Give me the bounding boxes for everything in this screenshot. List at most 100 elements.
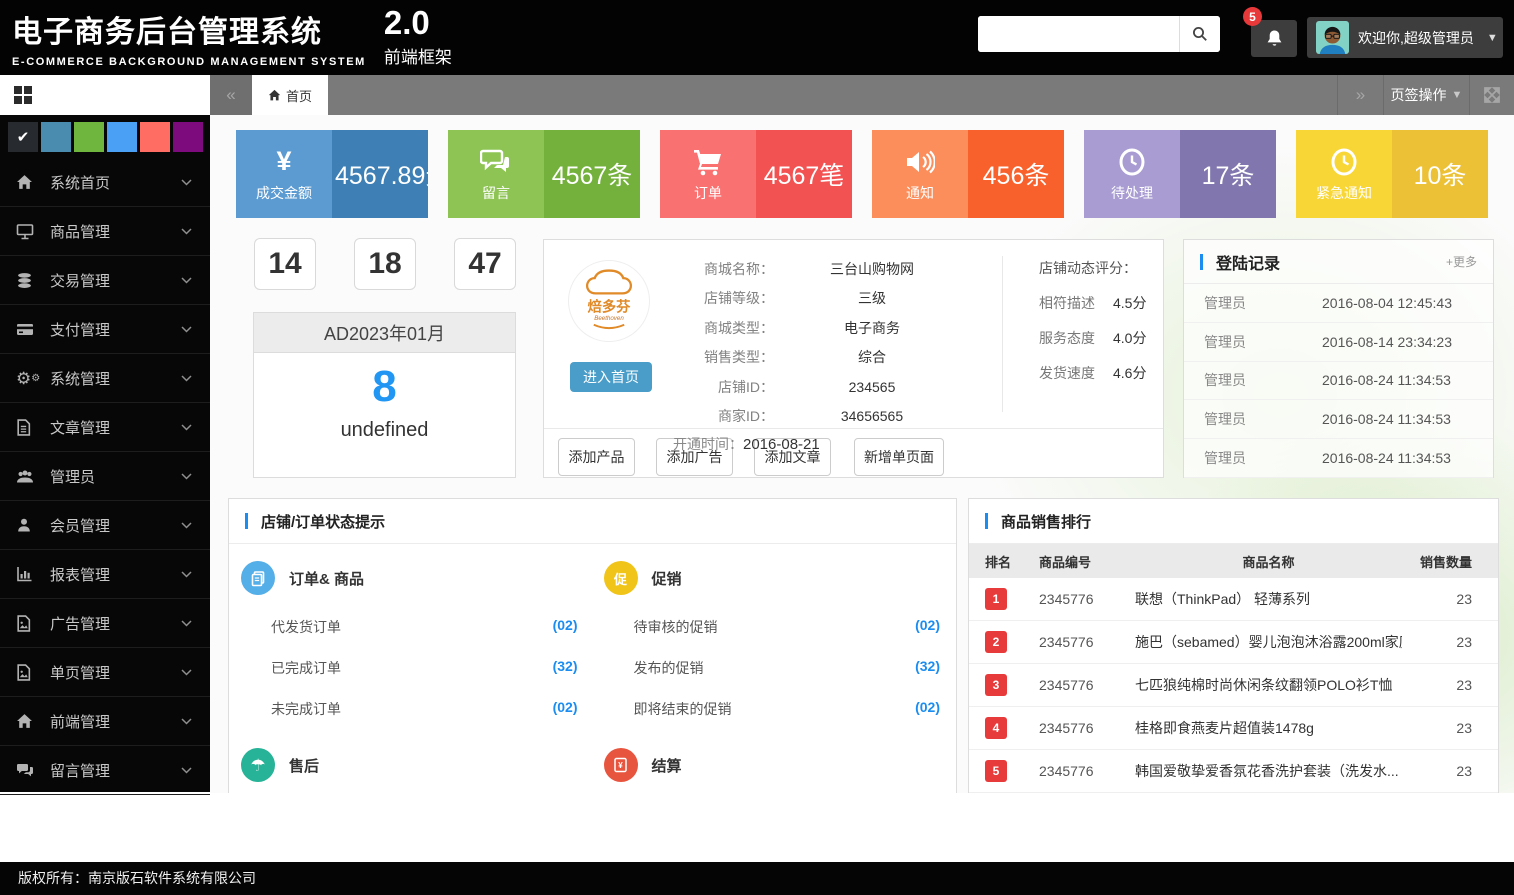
umbrella-icon: ☂ bbox=[241, 748, 275, 782]
theme-swatch-blue[interactable] bbox=[107, 122, 137, 152]
product-name-link[interactable]: 施巴（sebamed）婴儿泡泡沐浴露200ml家庭... bbox=[1135, 632, 1402, 652]
sidebar-item-ad-mgmt[interactable]: 广告管理 bbox=[0, 599, 210, 648]
monitor-icon bbox=[16, 223, 40, 240]
clock-icon bbox=[1118, 146, 1146, 178]
stat-card-pending[interactable]: 待处理 17条 bbox=[1084, 130, 1276, 218]
tab-actions-dropdown[interactable]: 页签操作 ▼ bbox=[1383, 75, 1469, 115]
user-caret-down-icon: ▼ bbox=[1487, 32, 1498, 44]
bill-icon: ¥ bbox=[604, 748, 638, 782]
user-icon bbox=[16, 517, 40, 533]
status-item[interactable]: 未完成订单(02) bbox=[241, 699, 578, 719]
status-item[interactable]: 代发货订单(02) bbox=[241, 617, 578, 637]
chevron-down-icon bbox=[181, 277, 192, 284]
home-icon bbox=[16, 713, 40, 730]
sidebar-item-system-home[interactable]: 系统首页 bbox=[0, 158, 210, 207]
status-item[interactable]: 发布的促销(32) bbox=[604, 658, 941, 678]
rating-title: 店铺动态评分： bbox=[1039, 258, 1146, 278]
title-accent-bar bbox=[1200, 254, 1203, 270]
theme-color-picker: ✔ bbox=[0, 115, 210, 158]
svg-text:¥: ¥ bbox=[618, 761, 623, 770]
notifications-button[interactable]: 5 bbox=[1251, 20, 1297, 57]
copyright-text: 版权所有：南京版石软件系统有限公司 bbox=[18, 870, 256, 886]
tab-bar: « 首页 » 页签操作 ▼ bbox=[210, 75, 1514, 115]
sidebar-item-trade-mgmt[interactable]: 交易管理 bbox=[0, 256, 210, 305]
bar-chart-icon bbox=[16, 566, 40, 582]
theme-swatch-dark[interactable]: ✔ bbox=[8, 122, 38, 152]
cart-icon bbox=[693, 146, 723, 178]
stat-card-urgent[interactable]: 紧急通知 10条 bbox=[1296, 130, 1488, 218]
clock-icon bbox=[1330, 146, 1358, 178]
search-input[interactable] bbox=[978, 16, 1179, 52]
sidebar-item-report-mgmt[interactable]: 报表管理 bbox=[0, 550, 210, 599]
table-row: 2 2345776 施巴（sebamed）婴儿泡泡沐浴露200ml家庭... 2… bbox=[969, 621, 1498, 664]
tabs-scroll-right-button[interactable]: » bbox=[1337, 75, 1383, 115]
rating-row: 发货速度4.6分 bbox=[1039, 363, 1146, 383]
tab-home[interactable]: 首页 bbox=[252, 75, 328, 115]
status-item[interactable]: 待审核的促销(02) bbox=[604, 617, 941, 637]
theme-swatch-steel-blue[interactable] bbox=[41, 122, 71, 152]
product-name-link[interactable]: 联想（ThinkPad） 轻薄系列 bbox=[1135, 589, 1402, 609]
theme-swatch-green[interactable] bbox=[74, 122, 104, 152]
chevron-down-icon bbox=[181, 669, 192, 676]
theme-swatch-red[interactable] bbox=[140, 122, 170, 152]
product-name-link[interactable]: 七匹狼纯棉时尚休闲条纹翻领POLO衫T恤 bbox=[1135, 675, 1402, 695]
image-file-icon bbox=[16, 615, 40, 632]
enter-shop-home-button[interactable]: 进入首页 bbox=[570, 362, 652, 392]
stat-card-orders[interactable]: 订单 4567笔 bbox=[660, 130, 852, 218]
chevron-down-icon bbox=[181, 571, 192, 578]
sidebar-item-system-mgmt[interactable]: ⚙⚙ 系统管理 bbox=[0, 354, 210, 403]
fullscreen-button[interactable] bbox=[1469, 75, 1514, 115]
users-icon bbox=[16, 468, 40, 484]
chevron-down-icon bbox=[181, 424, 192, 431]
rating-row: 服务态度4.0分 bbox=[1039, 328, 1146, 348]
stat-card-value: 4567.89元 bbox=[332, 130, 428, 218]
add-product-button[interactable]: 添加产品 bbox=[558, 438, 635, 476]
clock-hours: 14 bbox=[254, 238, 316, 290]
login-record-row: 管理员2016-08-24 11:34:53 bbox=[1184, 362, 1493, 401]
sidebar-item-message-mgmt[interactable]: 留言管理 bbox=[0, 746, 210, 795]
comments-icon bbox=[16, 763, 40, 778]
check-icon: ✔ bbox=[17, 128, 30, 146]
status-item[interactable]: 已完成订单(32) bbox=[241, 658, 578, 678]
sidebar: ✔ 系统首页 商品管理 交易管理 bbox=[0, 75, 210, 792]
app-subtitle: E-COMMERCE BACKGROUND MANAGEMENT SYSTEM bbox=[12, 56, 366, 68]
sidebar-item-product-mgmt[interactable]: 商品管理 bbox=[0, 207, 210, 256]
product-name-link[interactable]: 桂格即食燕麦片超值装1478g bbox=[1135, 718, 1402, 738]
app-version: 2.0 bbox=[384, 7, 452, 39]
stat-card-turnover[interactable]: ¥ 成交金额 4567.89元 bbox=[236, 130, 428, 218]
shop-logo-text: 焙多芬 bbox=[588, 297, 632, 315]
home-icon bbox=[268, 89, 281, 102]
search-button[interactable] bbox=[1179, 16, 1220, 52]
login-record-row: 管理员2016-08-14 23:34:23 bbox=[1184, 323, 1493, 362]
add-single-page-button[interactable]: 新增单页面 bbox=[854, 438, 944, 476]
tab-bar-spacer bbox=[328, 75, 1337, 115]
rating-row: 相符描述4.5分 bbox=[1039, 293, 1146, 313]
theme-swatch-purple[interactable] bbox=[173, 122, 203, 152]
tabs-scroll-left-button[interactable]: « bbox=[210, 75, 252, 115]
top-header: 电子商务后台管理系统 E-COMMERCE BACKGROUND MANAGEM… bbox=[0, 0, 1514, 75]
header-search bbox=[978, 16, 1220, 52]
stat-card-messages[interactable]: 留言 4567条 bbox=[448, 130, 640, 218]
user-menu[interactable]: 欢迎你,超级管理员 ▼ bbox=[1307, 17, 1503, 58]
speaker-icon bbox=[905, 146, 935, 178]
sidebar-item-payment-mgmt[interactable]: 支付管理 bbox=[0, 305, 210, 354]
status-item[interactable]: 即将结束的促销(02) bbox=[604, 699, 941, 719]
document-icon bbox=[16, 419, 40, 436]
more-link[interactable]: +更多 bbox=[1446, 253, 1477, 270]
sidebar-item-article-mgmt[interactable]: 文章管理 bbox=[0, 403, 210, 452]
home-icon bbox=[16, 174, 40, 191]
product-name-link[interactable]: 韩国爱敬挚爱香氛花香洗护套装（洗发水... bbox=[1135, 761, 1402, 781]
stat-card-notices[interactable]: 通知 456条 bbox=[872, 130, 1064, 218]
title-accent-bar bbox=[985, 513, 988, 529]
rank-badge: 3 bbox=[985, 674, 1007, 696]
sidebar-collapse-button[interactable] bbox=[0, 75, 210, 115]
stat-card-value: 4567笔 bbox=[756, 130, 852, 218]
sidebar-item-administrators[interactable]: 管理员 bbox=[0, 452, 210, 501]
double-chevron-left-icon: « bbox=[226, 85, 235, 105]
expand-icon bbox=[1484, 87, 1500, 103]
sidebar-item-member-mgmt[interactable]: 会员管理 bbox=[0, 501, 210, 550]
chevron-down-icon bbox=[181, 228, 192, 235]
sidebar-item-frontend-mgmt[interactable]: 前端管理 bbox=[0, 697, 210, 746]
app-title: 电子商务后台管理系统 bbox=[12, 7, 366, 51]
sidebar-item-single-page-mgmt[interactable]: 单页管理 bbox=[0, 648, 210, 697]
